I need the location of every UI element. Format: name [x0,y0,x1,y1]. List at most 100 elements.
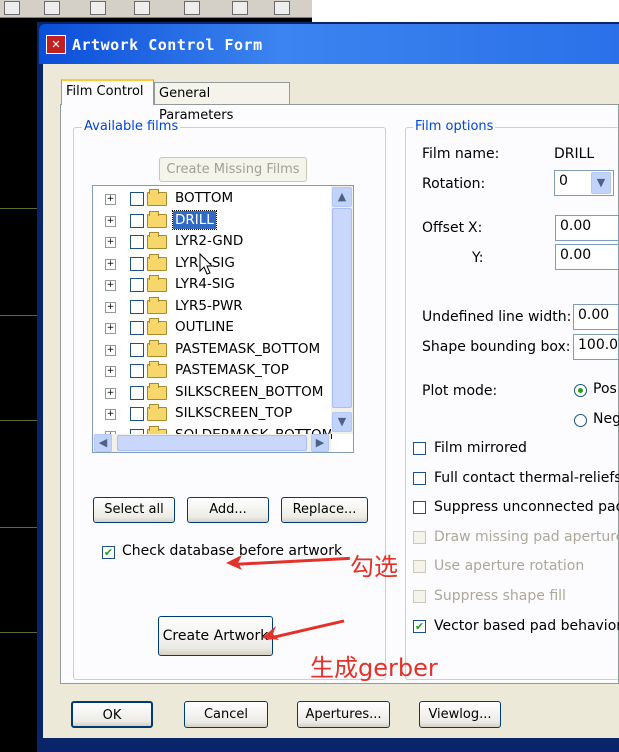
expand-plus-icon[interactable]: + [105,237,116,248]
arrowhead-icon [226,555,242,570]
expand-plus-icon[interactable]: + [105,323,116,334]
create-missing-films-button[interactable]: Create Missing Films [159,157,307,182]
toolbar-icon[interactable] [4,1,20,15]
background-divider [0,632,40,633]
create-artwork-button[interactable]: Create Artwork [158,616,273,656]
film-checkbox[interactable] [130,321,144,335]
scroll-right-icon[interactable]: ▶ [311,434,329,452]
offset-x-input[interactable]: 0.00 [555,215,619,241]
folder-icon [147,210,167,228]
film-label: LYR2-GND [175,233,244,249]
film-tree-item[interactable]: + OUTLINE [93,317,333,338]
scroll-up-icon[interactable]: ▲ [332,187,352,207]
replace-button[interactable]: Replace... [281,497,368,523]
undefined-line-width-label: Undefined line width: [422,309,572,325]
ok-button[interactable]: OK [71,701,153,728]
shape-bounding-box-input[interactable]: 100.00 [573,334,619,360]
expand-plus-icon[interactable]: + [105,258,116,270]
toolbar-icon[interactable] [274,1,290,15]
film-option-checkbox[interactable] [413,501,426,514]
film-tree-item[interactable]: + SILKSCREEN_TOP [93,403,333,424]
rotation-value: 0 [559,173,568,189]
expand-plus-icon[interactable]: + [105,301,116,313]
film-option-label: Use aperture rotation [434,558,585,574]
folder-icon [147,361,167,378]
film-checkbox[interactable] [130,192,144,206]
tree-horizontal-scrollbar[interactable]: ◀ ▶ [93,434,331,452]
film-checkbox[interactable] [130,213,144,228]
film-option-label: Draw missing pad apertures [434,529,619,545]
film-label: OUTLINE [175,319,234,335]
film-tree-item[interactable]: + BOTTOM [93,188,333,209]
films-tree[interactable]: +BOTTOM+DRILL+LYR2-GND+LYR3-SIG+LYR4-SIG… [92,185,354,453]
film-checkbox[interactable] [130,364,144,378]
rotation-select[interactable]: 0 ▼ [554,170,614,196]
scroll-thumb-horizontal[interactable] [117,435,307,451]
tab-general-parameters[interactable]: General Parameters [154,82,290,123]
tree-vertical-scrollbar[interactable]: ▲ ▼ [331,186,353,434]
film-name-value: DRILL [554,146,595,162]
expand-plus-icon[interactable]: + [105,215,116,227]
select-all-button[interactable]: Select all [93,497,175,523]
folder-icon [147,253,167,271]
film-checkbox[interactable] [130,342,144,357]
check-database-checkbox[interactable]: ✔ [102,546,115,559]
film-checkbox[interactable] [130,407,144,421]
scroll-down-icon[interactable]: ▼ [332,412,352,432]
cancel-button[interactable]: Cancel [184,701,268,728]
toolbar-icon[interactable] [184,1,200,15]
expand-plus-icon[interactable]: + [105,409,116,420]
film-checkbox[interactable] [130,299,144,314]
film-tree-item[interactable]: + LYR2-GND [93,231,333,252]
film-option-checkbox[interactable]: ✔ [413,620,426,633]
folder-icon [147,232,167,249]
chevron-down-icon[interactable]: ▼ [591,172,611,194]
expand-plus-icon[interactable]: + [105,194,116,205]
tab-film-control[interactable]: Film Control [61,79,154,105]
offset-y-input[interactable]: 0.00 [555,244,619,270]
film-label: SILKSCREEN_BOTTOM [175,383,324,400]
folder-icon [147,189,167,206]
window-title: Artwork Control Form [72,36,263,54]
scroll-left-icon[interactable]: ◀ [94,434,112,452]
undefined-line-width-input[interactable]: 0.00 [573,304,619,330]
film-option-label: Suppress unconnected pads [434,499,619,515]
film-tree-item[interactable]: + LYR4-SIG [93,274,333,295]
film-tree-item[interactable]: + DRILL [93,209,333,231]
expand-plus-icon[interactable]: + [105,344,116,356]
arrowhead-icon [262,626,279,640]
toolbar-icon[interactable] [134,1,150,15]
film-tree-item[interactable]: + LYR5-PWR [93,296,333,317]
viewlog-button[interactable]: Viewlog... [419,701,501,728]
background-panel [312,0,619,22]
toolbar-icon[interactable] [232,1,248,15]
background-divider [0,315,40,316]
folder-icon [147,339,167,357]
scroll-thumb[interactable] [332,208,352,408]
plot-mode-positive-radio[interactable] [574,384,587,397]
apertures-button[interactable]: Apertures... [297,701,390,728]
film-tree-item[interactable]: + SILKSCREEN_BOTTOM [93,382,333,403]
film-option-checkbox[interactable] [413,531,426,544]
film-checkbox[interactable] [130,256,144,271]
plot-mode-negative-radio[interactable] [574,414,587,427]
toolbar-icon[interactable] [44,1,60,15]
toolbar-icon[interactable] [90,1,106,15]
film-label: SILKSCREEN_TOP [175,405,293,421]
expand-plus-icon[interactable]: + [105,366,116,377]
film-tree-item[interactable]: + PASTEMASK_BOTTOM [93,339,333,360]
film-option-checkbox[interactable] [413,472,426,485]
expand-plus-icon[interactable]: + [105,280,116,291]
film-option-checkbox[interactable] [413,560,426,573]
expand-plus-icon[interactable]: + [105,387,116,399]
film-checkbox[interactable] [130,235,144,249]
film-checkbox[interactable] [130,278,144,292]
add-button[interactable]: Add... [187,497,269,523]
film-label: LYR4-SIG [175,276,235,292]
expand-plus-icon[interactable]: + [105,452,116,453]
film-checkbox[interactable] [130,385,144,400]
film-option-checkbox[interactable] [413,590,426,603]
film-option-label: Suppress shape fill [434,588,566,604]
film-option-checkbox[interactable] [413,442,426,455]
film-tree-item[interactable]: + PASTEMASK_TOP [93,360,333,381]
